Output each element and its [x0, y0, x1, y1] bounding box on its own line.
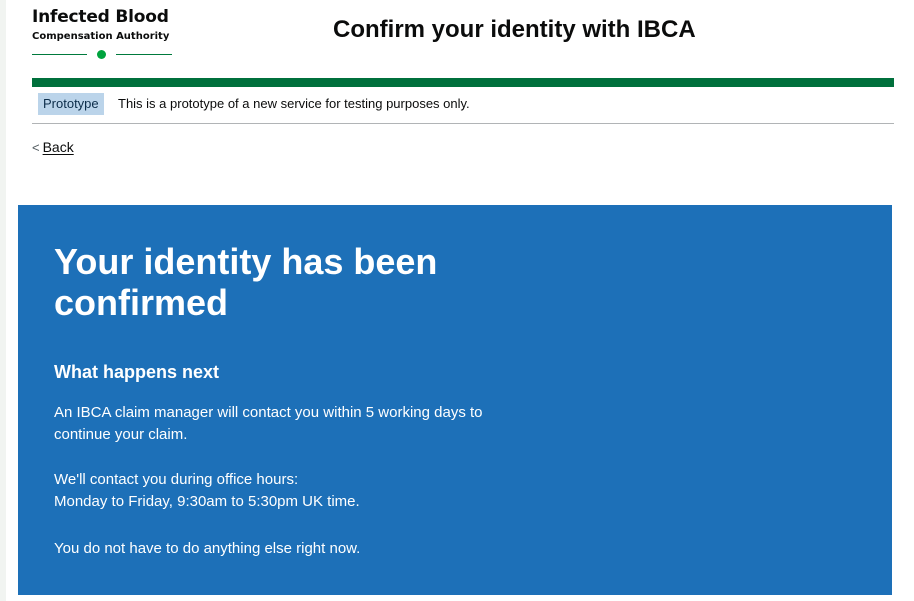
chevron-left-icon: < [32, 140, 40, 155]
back-link-label: Back [42, 139, 74, 155]
paragraph-line: continue your claim. [54, 426, 188, 443]
header-bar [32, 78, 894, 87]
panel-title: Your identity has been confirmed [54, 241, 438, 323]
logo-title: Infected Blood [32, 7, 169, 27]
paragraph-line: We'll contact you during office hours: [54, 471, 299, 488]
logo-dot-icon [97, 50, 106, 59]
confirmation-panel: Your identity has been confirmed What ha… [18, 205, 892, 595]
back-link[interactable]: < Back [32, 138, 74, 157]
what-happens-next-heading: What happens next [54, 362, 220, 382]
service-name[interactable]: Confirm your identity with IBCA [333, 16, 696, 44]
nothing-else-paragraph: You do not have to do anything else righ… [54, 540, 361, 557]
claim-manager-paragraph: An IBCA claim manager will contact you w… [54, 402, 574, 446]
logo-line-right [116, 54, 172, 55]
paragraph-line: Monday to Friday, 9:30am to 5:30pm UK ti… [54, 493, 360, 510]
phase-banner-text: This is a prototype of a new service for… [118, 96, 470, 111]
logo-subtitle: Compensation Authority [32, 31, 170, 42]
logo-mark [32, 49, 172, 61]
ibca-logo[interactable]: Infected Blood Compensation Authority [32, 6, 182, 61]
paragraph-line: An IBCA claim manager will contact you w… [54, 404, 483, 421]
phase-tag: Prototype [38, 93, 104, 115]
logo-line-left [32, 54, 87, 55]
phase-banner: Prototype This is a prototype of a new s… [32, 93, 894, 124]
office-hours-paragraph: We'll contact you during office hours: M… [54, 469, 574, 513]
page: Infected Blood Compensation Authority Co… [6, 0, 914, 601]
